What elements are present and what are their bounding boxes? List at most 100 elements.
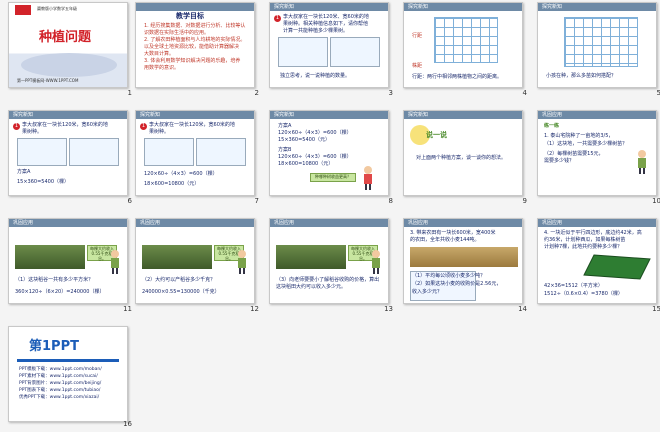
- slide-thumb-14[interactable]: 巩固应用 3. 带来农田有一块长600米，宽400米 的农田，全年共收小麦144…: [403, 218, 529, 313]
- question-line: （1）这块稻谷一共有多少平方米？: [15, 277, 94, 283]
- divider: [17, 359, 119, 362]
- question-badge: 1: [13, 123, 20, 130]
- sub-question: 收入多少元？: [412, 289, 443, 295]
- problem-line: 李大叔家在一块长120米，宽60米的地: [22, 122, 108, 128]
- link-row: PPT背景图片：www.1ppt.com/beijing/: [19, 381, 102, 386]
- slide-heading: 教学目标: [176, 12, 204, 20]
- formula-line: 15×360=5400（棵）: [17, 179, 70, 185]
- slide-number: 16: [123, 420, 132, 428]
- slide-number: 9: [522, 197, 527, 205]
- slide-thumb-5[interactable]: 探究新知 小孩在种，那么多苗如何搭配？ 5: [537, 2, 660, 97]
- slide-thumb-2[interactable]: 教学目标 1. 经历搜集数据、对数据进行分析、比较等认 识数据在实际生活中的应用…: [135, 2, 261, 97]
- formula-line: 18×600=10800（元）: [144, 181, 200, 187]
- slide-header-bar: 探究新知: [270, 3, 388, 11]
- problem-line: 果树种。相关种植信息如下，请你帮他: [283, 21, 369, 27]
- slide-number: 1: [127, 89, 132, 97]
- sub-question: （1）平均每公顷收小麦多少吨？: [412, 273, 486, 279]
- question-line: （3）向老师要要小了解稻谷收购的价格，算出这块稻田大约可以收入多少元。: [276, 277, 380, 290]
- wheat-field-image: [410, 247, 518, 267]
- slide-header-bar: 探究新知: [136, 111, 254, 119]
- problem-line: 约36米，计划种西瓜，如果每株树苗: [544, 237, 626, 243]
- slide-thumb-7[interactable]: 探究新知 1 李大叔家在一块长120米，宽60米的地 果树种。 120×60÷（…: [135, 110, 261, 205]
- formula-line: 1512÷（0.6×0.4）=3780（棵）: [544, 291, 623, 297]
- question-badge: 1: [274, 15, 281, 22]
- plan-a-box: [278, 37, 328, 67]
- problem-line: 果树种。: [22, 129, 43, 135]
- slide-header-bar: 巩固应用: [404, 219, 522, 227]
- slide-number: 15: [652, 305, 660, 313]
- goal-line: 以及全球土地资源比较，能借助计算器解决: [144, 44, 240, 50]
- slide-sorter-view: { "slides": [ {"num":"1","subtitle":"冀教版…: [0, 0, 660, 432]
- summary-line: 120×60÷（4×3）=600（棵）: [278, 154, 352, 160]
- plan-b-box: [196, 138, 246, 166]
- slide-thumb-1[interactable]: 冀教版小学数学五年级 种植问题 第一PPT模板网-WWW.1PPT.COM 1: [8, 2, 134, 97]
- slide-thumb-10[interactable]: 巩固应用 练一练 1. 泰山宅院种了一亩地的3/5， （1）这块地，一共需要多少…: [537, 110, 660, 205]
- slide-number: 12: [250, 305, 259, 313]
- slide-thumb-4[interactable]: 探究新知 行距 株距 行距：两行中相邻两株植物之间的距离。 4: [403, 2, 529, 97]
- formula-line: 120×60÷（4×3）=600（棵）: [144, 171, 218, 177]
- question-line: （2）大约可以产稻谷多少千克？: [142, 277, 216, 283]
- slide-title: 种植问题: [39, 30, 92, 45]
- teacher-character-icon: [638, 150, 646, 174]
- summary-line: 方案A: [278, 123, 292, 129]
- plan-a-box: [17, 138, 67, 166]
- exercise-line: （1）这块地，一共需要多少棵树苗？: [544, 141, 628, 147]
- slide-header-bar: 巩固应用: [270, 219, 388, 227]
- goal-line: 2. 了解农田种植面积与人均耕地的实际情况。: [144, 37, 246, 43]
- question-line: 小孩在种，那么多苗如何搭配？: [546, 73, 617, 79]
- slide-number: 13: [384, 305, 393, 313]
- plan-label: 方案A: [17, 169, 31, 175]
- slide-thumb-12[interactable]: 巩固应用 每棵大约收入0.55千克稻谷。 （2）大约可以产稻谷多少千克？ 240…: [135, 218, 261, 313]
- problem-line: 4. 一块近似于平行四边形，底边约42米，高: [544, 230, 642, 236]
- brand-logo: 第1PPT: [29, 339, 79, 354]
- sub-question: （2）如果这块小麦的收购价是2.56元，: [412, 281, 502, 287]
- slide-thumb-6[interactable]: 探究新知 1 李大叔家在一块长120米，宽60米的地 果树种。 方案A 15×3…: [8, 110, 134, 205]
- formula-line: 42×36=1512（平方米）: [544, 283, 603, 289]
- problem-line: 3. 带来农田有一块长600米，宽400米: [410, 230, 496, 236]
- plant-spacing-label: 株距: [412, 63, 423, 69]
- planting-grid: [564, 17, 638, 67]
- boy-character-icon: [364, 166, 372, 190]
- teacher-character-icon: [111, 250, 119, 274]
- land-parallelogram-icon: [583, 254, 651, 280]
- problem-line: 计算一共能种植多少棵果树。: [283, 28, 349, 34]
- exercise-line: 需要多少钱？: [544, 158, 575, 164]
- answer-line: 240000×0.55=130000（千克）: [142, 289, 220, 295]
- link-row: PPT图表下载：www.1ppt.com/tubiao/: [19, 388, 101, 393]
- exercise-line: （2）每棵树苗需要15元，: [544, 151, 604, 157]
- slide-header-bar: 探究新知: [538, 3, 656, 11]
- plan-b-box: [330, 37, 380, 67]
- world-map-icon: [21, 53, 117, 77]
- slide-thumb-13[interactable]: 巩固应用 每棵大约收入0.55千克稻谷。 （3）向老师要要小了解稻谷收购的价格，…: [269, 218, 395, 313]
- summary-line: 18×600=10800（元）: [278, 161, 334, 167]
- summary-line: 120×60÷（4×3）=600（棵）: [278, 130, 352, 136]
- link-row: PPT素材下载：www.1ppt.com/sucai/: [19, 374, 98, 379]
- goal-line: 1. 经历搜集数据、对数据进行分析、比较等认: [144, 23, 246, 29]
- summary-line: 15×360=5400（元）: [278, 137, 331, 143]
- problem-line: 李大叔家在一块长120米、宽60米的地: [283, 14, 369, 20]
- plan-a-box: [144, 138, 194, 166]
- slide-thumb-9[interactable]: 探究新知 说一说 对上面两个种植方案，谈一谈你的想法。 9: [403, 110, 529, 205]
- logo-badge: [15, 5, 31, 15]
- goal-line: 3. 体会利用数学知识解决问题的乐趣，培养: [144, 58, 241, 64]
- problem-line: 的农田，全年共收小麦144吨。: [410, 237, 480, 243]
- slide-header-bar: [136, 3, 254, 11]
- goal-line: 识数据在实际生活中的应用。: [144, 30, 210, 36]
- slide-number: 3: [388, 89, 393, 97]
- slide-header-bar: 巩固应用: [136, 219, 254, 227]
- slide-thumb-15[interactable]: 巩固应用 4. 一块近似于平行四边形，底边约42米，高 约36米，计划种西瓜，如…: [537, 218, 660, 313]
- slide-number: 11: [123, 305, 132, 313]
- slide-number: 2: [254, 89, 259, 97]
- tag-label: 说一说: [426, 131, 447, 139]
- planting-grid: [434, 17, 498, 63]
- slide-thumb-3[interactable]: 探究新知 1 李大叔家在一块长120米、宽60米的地 果树种。相关种植信息如下，…: [269, 2, 395, 97]
- question-badge: 1: [140, 123, 147, 130]
- slide-header-bar: 探究新知: [404, 3, 522, 11]
- slide-thumb-8[interactable]: 探究新知 方案A 120×60÷（4×3）=600（棵） 15×360=5400…: [269, 110, 395, 205]
- rice-field-image: [142, 245, 212, 269]
- goal-line: 大数目计算。: [144, 51, 175, 57]
- slide-header-bar: 探究新知: [9, 111, 127, 119]
- problem-line: 李大叔家在一块长120米，宽60米的地: [149, 122, 235, 128]
- slide-thumb-11[interactable]: 巩固应用 每棵大约收入0.55千克稻谷。 （1）这块稻谷一共有多少平方米？ 36…: [8, 218, 134, 313]
- slide-thumb-16[interactable]: 第1PPT PPT模板下载：www.1ppt.com/moban/ PPT素材下…: [8, 326, 134, 430]
